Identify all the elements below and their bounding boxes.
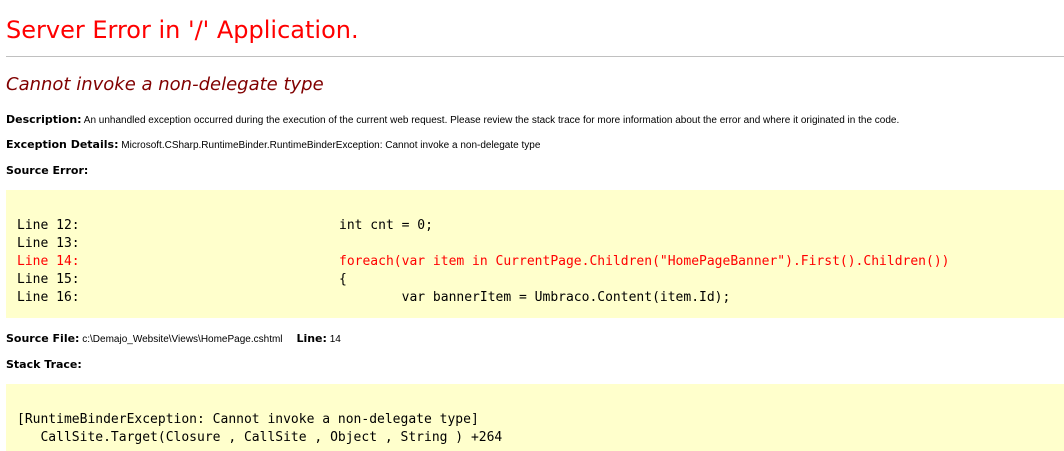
description-label: Description: xyxy=(6,113,82,126)
stack-trace-line: CallSite.Target(Closure , CallSite , Obj… xyxy=(17,430,503,445)
source-error-label: Source Error: xyxy=(6,164,89,177)
source-line-code: { xyxy=(339,272,347,287)
source-file-label: Source File: xyxy=(6,332,80,345)
source-line: Line 12: int cnt = 0; xyxy=(17,217,433,235)
source-error-code-box: Line 12: int cnt = 0; Line 13: Line 14: … xyxy=(6,190,1064,318)
stack-trace-section: Stack Trace: xyxy=(6,358,82,373)
source-line-number: Line 16: xyxy=(17,290,80,305)
exception-details-label: Exception Details: xyxy=(6,138,119,151)
source-line: Line 13: xyxy=(17,235,80,253)
error-message-heading: Cannot invoke a non-delegate type xyxy=(6,74,324,95)
source-line: Line 16: var bannerItem = Umbraco.Conten… xyxy=(17,289,730,307)
stack-trace-code-box: [RuntimeBinderException: Cannot invoke a… xyxy=(6,384,1064,451)
source-line-code: int cnt = 0; xyxy=(339,218,433,233)
source-line-value: 14 xyxy=(329,334,341,345)
description-text: An unhandled exception occurred during t… xyxy=(83,115,900,126)
source-line-label: Line: xyxy=(296,332,327,345)
source-line-number: Line 12: xyxy=(17,218,80,233)
source-line: Line 15: { xyxy=(17,271,347,289)
source-line-code: foreach(var item in CurrentPage.Children… xyxy=(339,254,950,269)
error-page: Server Error in '/' Application. Cannot … xyxy=(0,0,1064,451)
source-line-code: var bannerItem = Umbraco.Content(item.Id… xyxy=(339,290,731,305)
exception-details-text: Microsoft.CSharp.RuntimeBinder.RuntimeBi… xyxy=(121,140,541,151)
title-divider xyxy=(6,56,1064,57)
source-file-section: Source File: c:\Demajo_Website\Views\Hom… xyxy=(6,332,341,347)
source-error-section: Source Error: xyxy=(6,164,88,179)
source-line-error: Line 14: foreach(var item in CurrentPage… xyxy=(17,253,949,271)
source-line-number: Line 15: xyxy=(17,272,80,287)
description-section: Description: An unhandled exception occu… xyxy=(6,113,899,128)
stack-trace-label: Stack Trace: xyxy=(6,358,82,371)
page-title: Server Error in '/' Application. xyxy=(6,16,359,44)
source-line-number: Line 13: xyxy=(17,236,80,251)
source-file-path: c:\Demajo_Website\Views\HomePage.cshtml xyxy=(82,334,283,345)
exception-details-section: Exception Details: Microsoft.CSharp.Runt… xyxy=(6,138,540,153)
source-line-number: Line 14: xyxy=(17,254,80,269)
stack-trace-line: [RuntimeBinderException: Cannot invoke a… xyxy=(17,412,479,427)
